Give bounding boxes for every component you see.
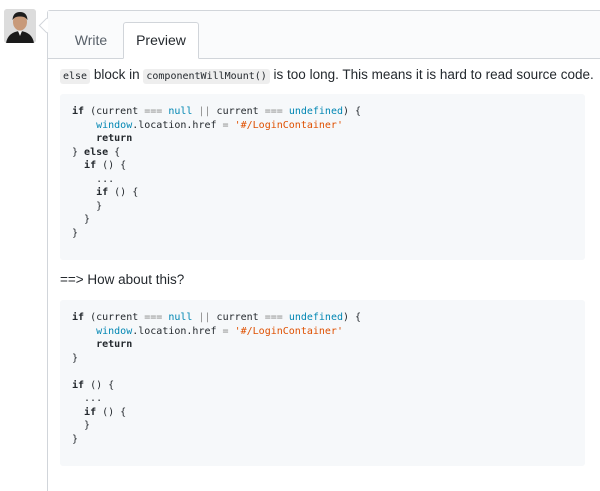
- code-token: ...: [72, 173, 115, 185]
- code-token: undefined: [288, 312, 343, 323]
- code-token: {: [108, 146, 121, 158]
- code-token: .location.href: [132, 119, 223, 131]
- code-line: } else {: [72, 146, 573, 160]
- code-token: }: [72, 433, 79, 445]
- code-token: if: [84, 406, 97, 418]
- avatar[interactable]: [4, 9, 36, 43]
- code-line: window.location.href = '#/LoginContainer…: [72, 325, 573, 339]
- code-token: () {: [84, 379, 115, 391]
- code-token: null: [168, 312, 193, 323]
- tab-preview[interactable]: Preview: [123, 22, 199, 59]
- code-token: if: [84, 160, 97, 171]
- code-line: }: [72, 227, 573, 241]
- code-token: if: [96, 187, 109, 198]
- code-token: }: [72, 214, 91, 225]
- inline-code-componentwillmount: componentWillMount(): [143, 69, 270, 84]
- paragraph-text: is too long. This means it is hard to re…: [269, 67, 594, 82]
- code-line: ...: [72, 173, 573, 187]
- code-line: if (current === null || current === unde…: [72, 105, 573, 119]
- code-token: () {: [96, 406, 127, 418]
- code-token: return: [96, 339, 133, 350]
- code-line: }: [72, 419, 573, 433]
- code-line: if () {: [72, 159, 573, 173]
- code-line: }: [72, 200, 573, 214]
- code-token: '#/LoginContainer': [234, 119, 343, 131]
- code-block: if (current === null || current === unde…: [60, 94, 585, 260]
- code-block: if (current === null || current === unde…: [60, 300, 585, 466]
- code-token: .location.href: [132, 325, 223, 337]
- code-token: null: [168, 106, 193, 117]
- code-token: if: [72, 379, 85, 391]
- code-line: if () {: [72, 406, 573, 420]
- preview-paragraph: ==> How about this?: [60, 272, 185, 287]
- code-token: current: [210, 106, 265, 117]
- code-token: current: [210, 312, 265, 323]
- code-token: '#/LoginContainer': [234, 325, 343, 337]
- avatar-image: [4, 9, 36, 43]
- code-line: return: [72, 132, 573, 146]
- code-token: ) {: [343, 106, 362, 117]
- inline-code-else: else: [60, 69, 91, 84]
- code-line: return: [72, 338, 573, 352]
- code-token: return: [96, 133, 133, 144]
- code-token: () {: [96, 160, 127, 171]
- code-token: ) {: [343, 312, 362, 323]
- code-token: ===: [144, 106, 163, 117]
- code-token: if: [72, 106, 85, 117]
- tab-bar: Write Preview: [48, 11, 600, 59]
- code-token: }: [72, 420, 91, 431]
- code-token: () {: [108, 187, 139, 198]
- code-token: window: [96, 119, 133, 131]
- preview-paragraph: else block in componentWillMount() is to…: [60, 65, 594, 87]
- paragraph-text: block in: [90, 67, 144, 82]
- code-line: }: [72, 213, 573, 227]
- code-token: else: [84, 146, 109, 158]
- code-token: ||: [198, 106, 211, 117]
- code-token: }: [72, 200, 103, 212]
- code-token: ||: [198, 312, 211, 323]
- code-token: undefined: [288, 106, 343, 117]
- code-token: (current: [84, 312, 145, 323]
- code-token: (current: [84, 106, 145, 117]
- code-line: }: [72, 352, 573, 366]
- code-token: if: [72, 312, 85, 323]
- code-line: if () {: [72, 186, 573, 200]
- code-token: ===: [144, 312, 163, 323]
- code-line: window.location.href = '#/LoginContainer…: [72, 119, 573, 133]
- code-line: }: [72, 433, 573, 447]
- code-line: ...: [72, 392, 573, 406]
- code-line: if () {: [72, 379, 573, 393]
- code-token: }: [72, 146, 85, 158]
- code-token: window: [96, 325, 133, 337]
- code-token: ===: [264, 312, 283, 323]
- code-token: ===: [264, 106, 283, 117]
- code-token: ...: [72, 393, 103, 404]
- code-line: if (current === null || current === unde…: [72, 311, 573, 325]
- code-token: }: [72, 352, 79, 364]
- code-token: }: [72, 227, 79, 239]
- tab-write[interactable]: Write: [62, 23, 120, 57]
